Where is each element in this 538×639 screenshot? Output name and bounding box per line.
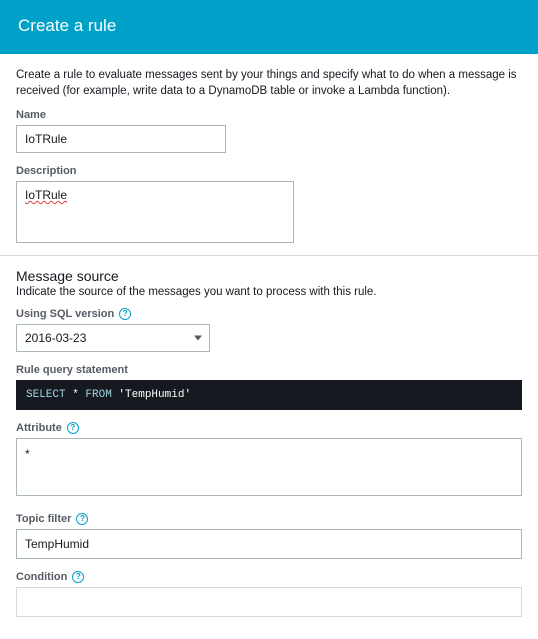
attribute-input[interactable] [16,438,522,496]
info-icon[interactable] [72,571,84,583]
topic-filter-label: Topic filter [16,513,522,525]
info-icon[interactable] [119,308,131,320]
message-source-title: Message source [16,268,522,284]
intro-text: Create a rule to evaluate messages sent … [16,68,522,99]
attribute-group: Attribute [16,422,522,499]
message-source-subtitle: Indicate the source of the messages you … [16,286,522,298]
page-title: Create a rule [18,16,116,36]
condition-label-text: Condition [16,571,67,583]
description-field-group: Description IoTRule [16,165,522,243]
description-label: Description [16,165,522,177]
code-star: * [66,389,86,401]
sql-version-select-wrap: 2016-03-23 [16,324,210,352]
topic-filter-label-text: Topic filter [16,513,71,525]
code-from: FROM [85,389,111,401]
description-input[interactable]: IoTRule [16,181,294,243]
condition-group: Condition [16,571,522,617]
attribute-label-text: Attribute [16,422,62,434]
rule-query-label: Rule query statement [16,364,522,376]
attribute-label: Attribute [16,422,522,434]
info-icon[interactable] [67,422,79,434]
code-topic: 'TempHumid' [112,389,191,401]
topic-filter-input[interactable] [16,529,522,559]
condition-input[interactable] [16,587,522,617]
rule-query-group: Rule query statement SELECT * FROM 'Temp… [16,364,522,410]
name-field-group: Name [16,109,522,153]
sql-version-group: Using SQL version 2016-03-23 [16,308,522,352]
sql-version-select[interactable]: 2016-03-23 [16,324,210,352]
condition-label: Condition [16,571,522,583]
code-select: SELECT [26,389,66,401]
section-divider [0,255,538,256]
info-icon[interactable] [76,513,88,525]
page-header: Create a rule [0,0,538,54]
sql-version-label-text: Using SQL version [16,308,114,320]
name-label: Name [16,109,522,121]
sql-version-value: 2016-03-23 [25,331,86,345]
topic-filter-group: Topic filter [16,513,522,559]
description-value: IoTRule [25,188,67,202]
form-body: Create a rule to evaluate messages sent … [0,54,538,639]
name-input[interactable] [16,125,226,153]
rule-query-code: SELECT * FROM 'TempHumid' [16,380,522,410]
sql-version-label: Using SQL version [16,308,522,320]
